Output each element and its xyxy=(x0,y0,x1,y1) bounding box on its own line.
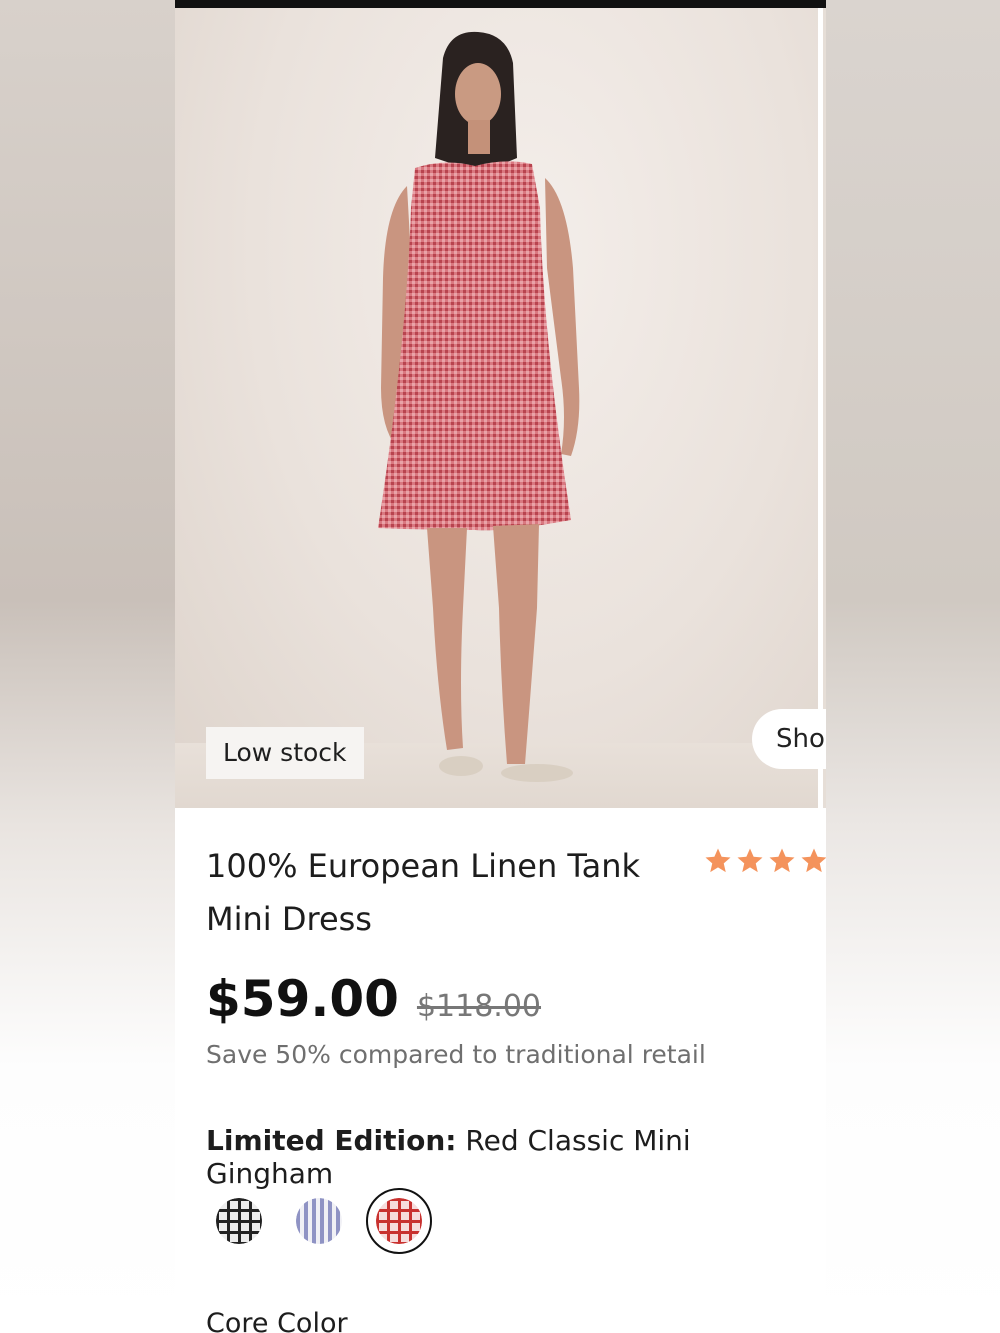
next-image-edge xyxy=(823,8,826,808)
product-image[interactable]: Low stock xyxy=(175,8,818,808)
swatch-blue-stripe[interactable] xyxy=(286,1188,352,1254)
edition-label-row: Limited Edition: Red Classic Mini Gingha… xyxy=(206,1124,826,1190)
sale-price: $59.00 xyxy=(206,970,399,1028)
low-stock-badge: Low stock xyxy=(206,727,364,779)
edition-label: Limited Edition: xyxy=(206,1124,457,1157)
status-bar xyxy=(175,0,826,8)
background-right xyxy=(826,0,1000,1333)
black-gingham-icon xyxy=(216,1198,262,1244)
star-icon xyxy=(769,848,795,873)
background-left xyxy=(0,0,175,1333)
product-card-screen: Low stock Sho 100% European Linen Tank M… xyxy=(175,0,826,1333)
star-icon xyxy=(705,848,731,873)
swatch-black-gingham[interactable] xyxy=(206,1188,272,1254)
product-title-line-2: Mini Dress xyxy=(206,900,372,938)
star-icon xyxy=(737,848,763,873)
model-photo xyxy=(378,31,580,782)
price-row: $59.00 $118.00 xyxy=(206,970,541,1028)
swatch-red-gingham[interactable] xyxy=(366,1188,432,1254)
blue-stripe-icon xyxy=(296,1198,342,1244)
color-swatches xyxy=(206,1188,432,1254)
rating-stars[interactable] xyxy=(703,846,826,876)
core-color-heading: Core Color xyxy=(206,1308,348,1333)
savings-text: Save 50% compared to traditional retail xyxy=(206,1040,706,1069)
product-title[interactable]: 100% European Linen Tank Mini Dress xyxy=(206,840,676,946)
original-price: $118.00 xyxy=(416,989,542,1024)
product-title-line-1: 100% European Linen Tank xyxy=(206,847,641,885)
show-more-pill[interactable]: Sho xyxy=(752,709,826,769)
red-gingham-icon xyxy=(376,1198,422,1244)
star-icon xyxy=(801,848,826,873)
